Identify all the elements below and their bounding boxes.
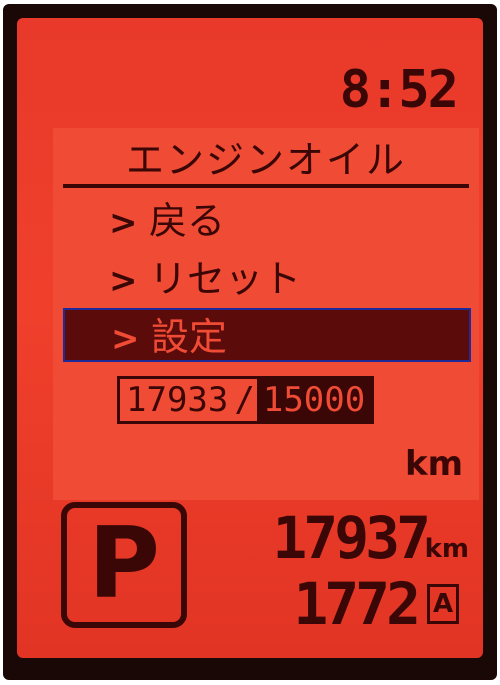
menu-title: エンジンオイル [125,138,406,182]
menu-item-settings[interactable]: > 設定 [63,308,471,362]
menu-item-label: 戻る [149,199,226,243]
menu-item-label: 設定 [151,315,228,359]
park-gear-indicator: P [61,502,187,628]
odometer-unit: km [424,534,469,564]
title-divider [63,184,469,188]
interval-limit[interactable]: 15000 [256,379,372,421]
chevron-right-icon: > [111,319,140,359]
counter-unit: km [404,444,463,484]
clock: 8:52 [339,60,459,120]
menu-item-label: リセット [149,257,302,301]
oil-interval-counter: 17933/15000 [117,376,375,424]
menu-panel: エンジンオイル > 戻る > リセット > 設定 17933/15000 km [53,128,479,500]
menu-item-back[interactable]: > 戻る [63,194,471,248]
current-distance: 17933 [126,380,229,420]
instrument-cluster-bezel: 8:52 エンジンオイル > 戻る > リセット > 設定 17933/15000 k… [3,4,497,680]
counter-separator: / [234,380,255,420]
odometer-value: 17937 [272,504,431,572]
trip-a-badge: A [427,584,459,624]
trip-meter-value: 1772 [293,570,421,638]
menu-item-reset[interactable]: > リセット [63,252,471,306]
chevron-right-icon: > [109,261,138,301]
multi-info-display: 8:52 エンジンオイル > 戻る > リセット > 設定 17933/15000 k… [17,18,483,658]
chevron-right-icon: > [109,203,138,243]
